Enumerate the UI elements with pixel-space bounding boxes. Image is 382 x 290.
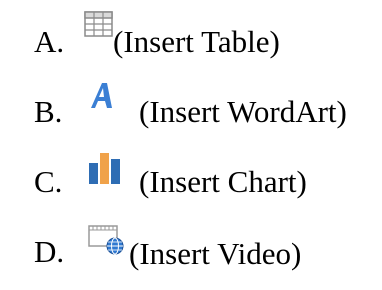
option-letter: C.: [34, 164, 63, 199]
chart-icon: [87, 150, 123, 186]
video-icon: [87, 220, 127, 260]
option-d: D. (Insert Video): [0, 210, 382, 270]
option-label: (Insert WordArt): [139, 94, 347, 129]
option-b: B. (Insert WordArt): [0, 70, 382, 130]
option-a: A. (Insert Table): [0, 0, 382, 60]
option-label: (Insert Video): [129, 236, 302, 271]
option-label: (Insert Table): [113, 24, 280, 59]
option-c: C. (Insert Chart): [0, 140, 382, 200]
option-letter: B.: [34, 94, 63, 129]
table-icon: [84, 10, 116, 42]
option-label: (Insert Chart): [139, 164, 307, 199]
option-letter: D.: [34, 234, 65, 269]
wordart-icon: [86, 80, 118, 112]
option-letter: A.: [34, 24, 65, 59]
